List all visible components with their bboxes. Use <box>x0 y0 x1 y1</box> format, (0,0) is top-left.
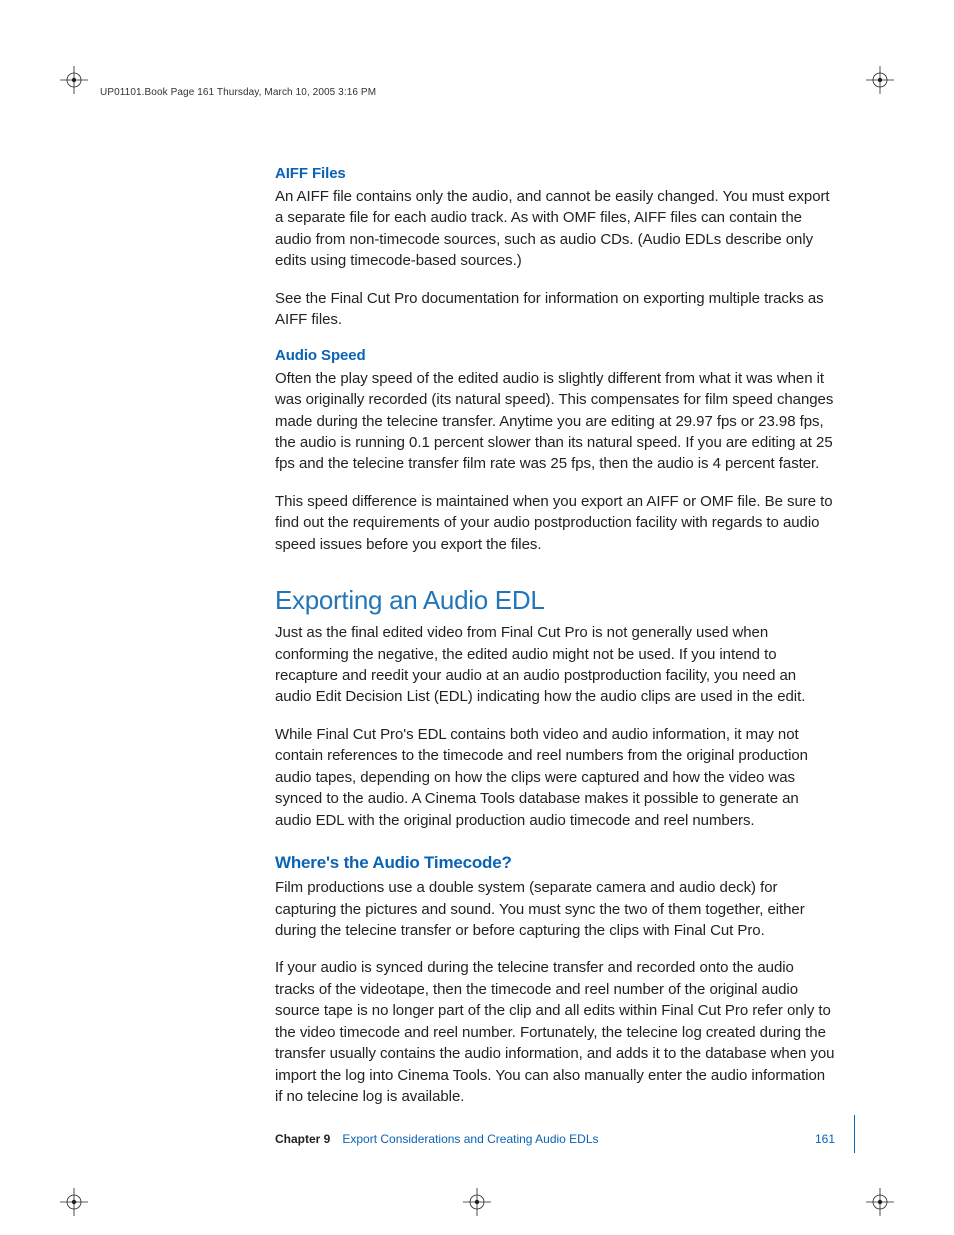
paragraph: Often the play speed of the edited audio… <box>275 368 835 475</box>
paragraph: An AIFF file contains only the audio, an… <box>275 186 835 272</box>
crop-mark-icon <box>60 1188 88 1216</box>
footer-page-number: 161 <box>815 1132 835 1146</box>
paragraph: If your audio is synced during the telec… <box>275 957 835 1107</box>
paragraph: Just as the final edited video from Fina… <box>275 622 835 708</box>
paragraph: Film productions use a double system (se… <box>275 877 835 941</box>
footer-divider <box>854 1115 855 1153</box>
footer-chapter: Chapter 9 <box>275 1132 330 1146</box>
page-footer: Chapter 9 Export Considerations and Crea… <box>275 1132 835 1146</box>
footer-chapter-title: Export Considerations and Creating Audio… <box>342 1132 598 1146</box>
paragraph: While Final Cut Pro's EDL contains both … <box>275 724 835 831</box>
crop-mark-icon <box>463 1188 491 1216</box>
heading-audio-speed: Audio Speed <box>275 347 835 364</box>
running-header: UP01101.Book Page 161 Thursday, March 10… <box>100 87 376 98</box>
paragraph: See the Final Cut Pro documentation for … <box>275 288 835 331</box>
crop-mark-icon <box>866 1188 894 1216</box>
heading-wheres-audio-timecode: Where's the Audio Timecode? <box>275 853 835 873</box>
page-body: AIFF Files An AIFF file contains only th… <box>275 165 835 1123</box>
crop-mark-icon <box>60 66 88 94</box>
heading-aiff-files: AIFF Files <box>275 165 835 182</box>
crop-mark-icon <box>866 66 894 94</box>
paragraph: This speed difference is maintained when… <box>275 491 835 555</box>
heading-exporting-audio-edl: Exporting an Audio EDL <box>275 585 835 616</box>
